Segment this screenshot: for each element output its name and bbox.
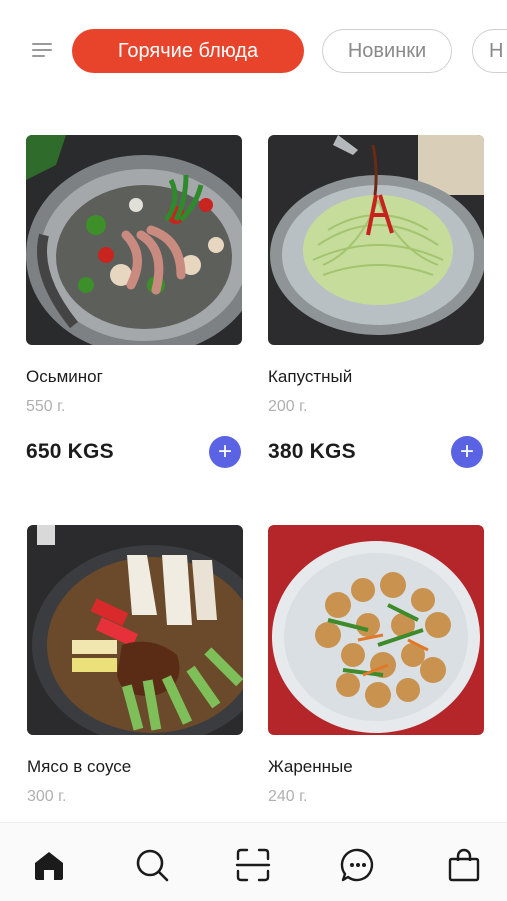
product-weight: 300 г. [27, 788, 67, 805]
tab-new-items[interactable]: Новинки [322, 29, 452, 73]
product-name: Осьминог [26, 367, 103, 386]
category-bar: Горячие блюда Новинки Н [0, 0, 507, 100]
scan-icon[interactable] [235, 847, 271, 883]
bottom-navigation [0, 822, 507, 901]
tab-next-category[interactable]: Н [472, 29, 507, 73]
search-icon[interactable] [134, 847, 170, 883]
add-to-cart-button[interactable]: + [209, 436, 241, 468]
cabbage-salad-photo[interactable] [268, 135, 484, 345]
home-icon[interactable] [31, 847, 67, 883]
fried-dish-photo[interactable] [268, 525, 484, 735]
product-name: Жаренные [268, 757, 353, 776]
bag-icon[interactable] [446, 847, 482, 883]
menu-icon[interactable] [30, 40, 56, 62]
product-price: 380 KGS [268, 440, 356, 463]
product-weight: 200 г. [268, 398, 308, 415]
product-weight: 550 г. [26, 398, 66, 415]
octopus-stir-fry-photo[interactable] [26, 135, 242, 345]
product-name: Мясо в соусе [27, 757, 132, 776]
product-price: 650 KGS [26, 440, 114, 463]
add-to-cart-button[interactable]: + [451, 436, 483, 468]
chat-icon[interactable] [340, 847, 376, 883]
meat-in-sauce-photo[interactable] [27, 525, 243, 735]
tab-hot-dishes[interactable]: Горячие блюда [72, 29, 304, 73]
product-name: Капустный [268, 367, 353, 386]
product-weight: 240 г. [268, 788, 308, 805]
